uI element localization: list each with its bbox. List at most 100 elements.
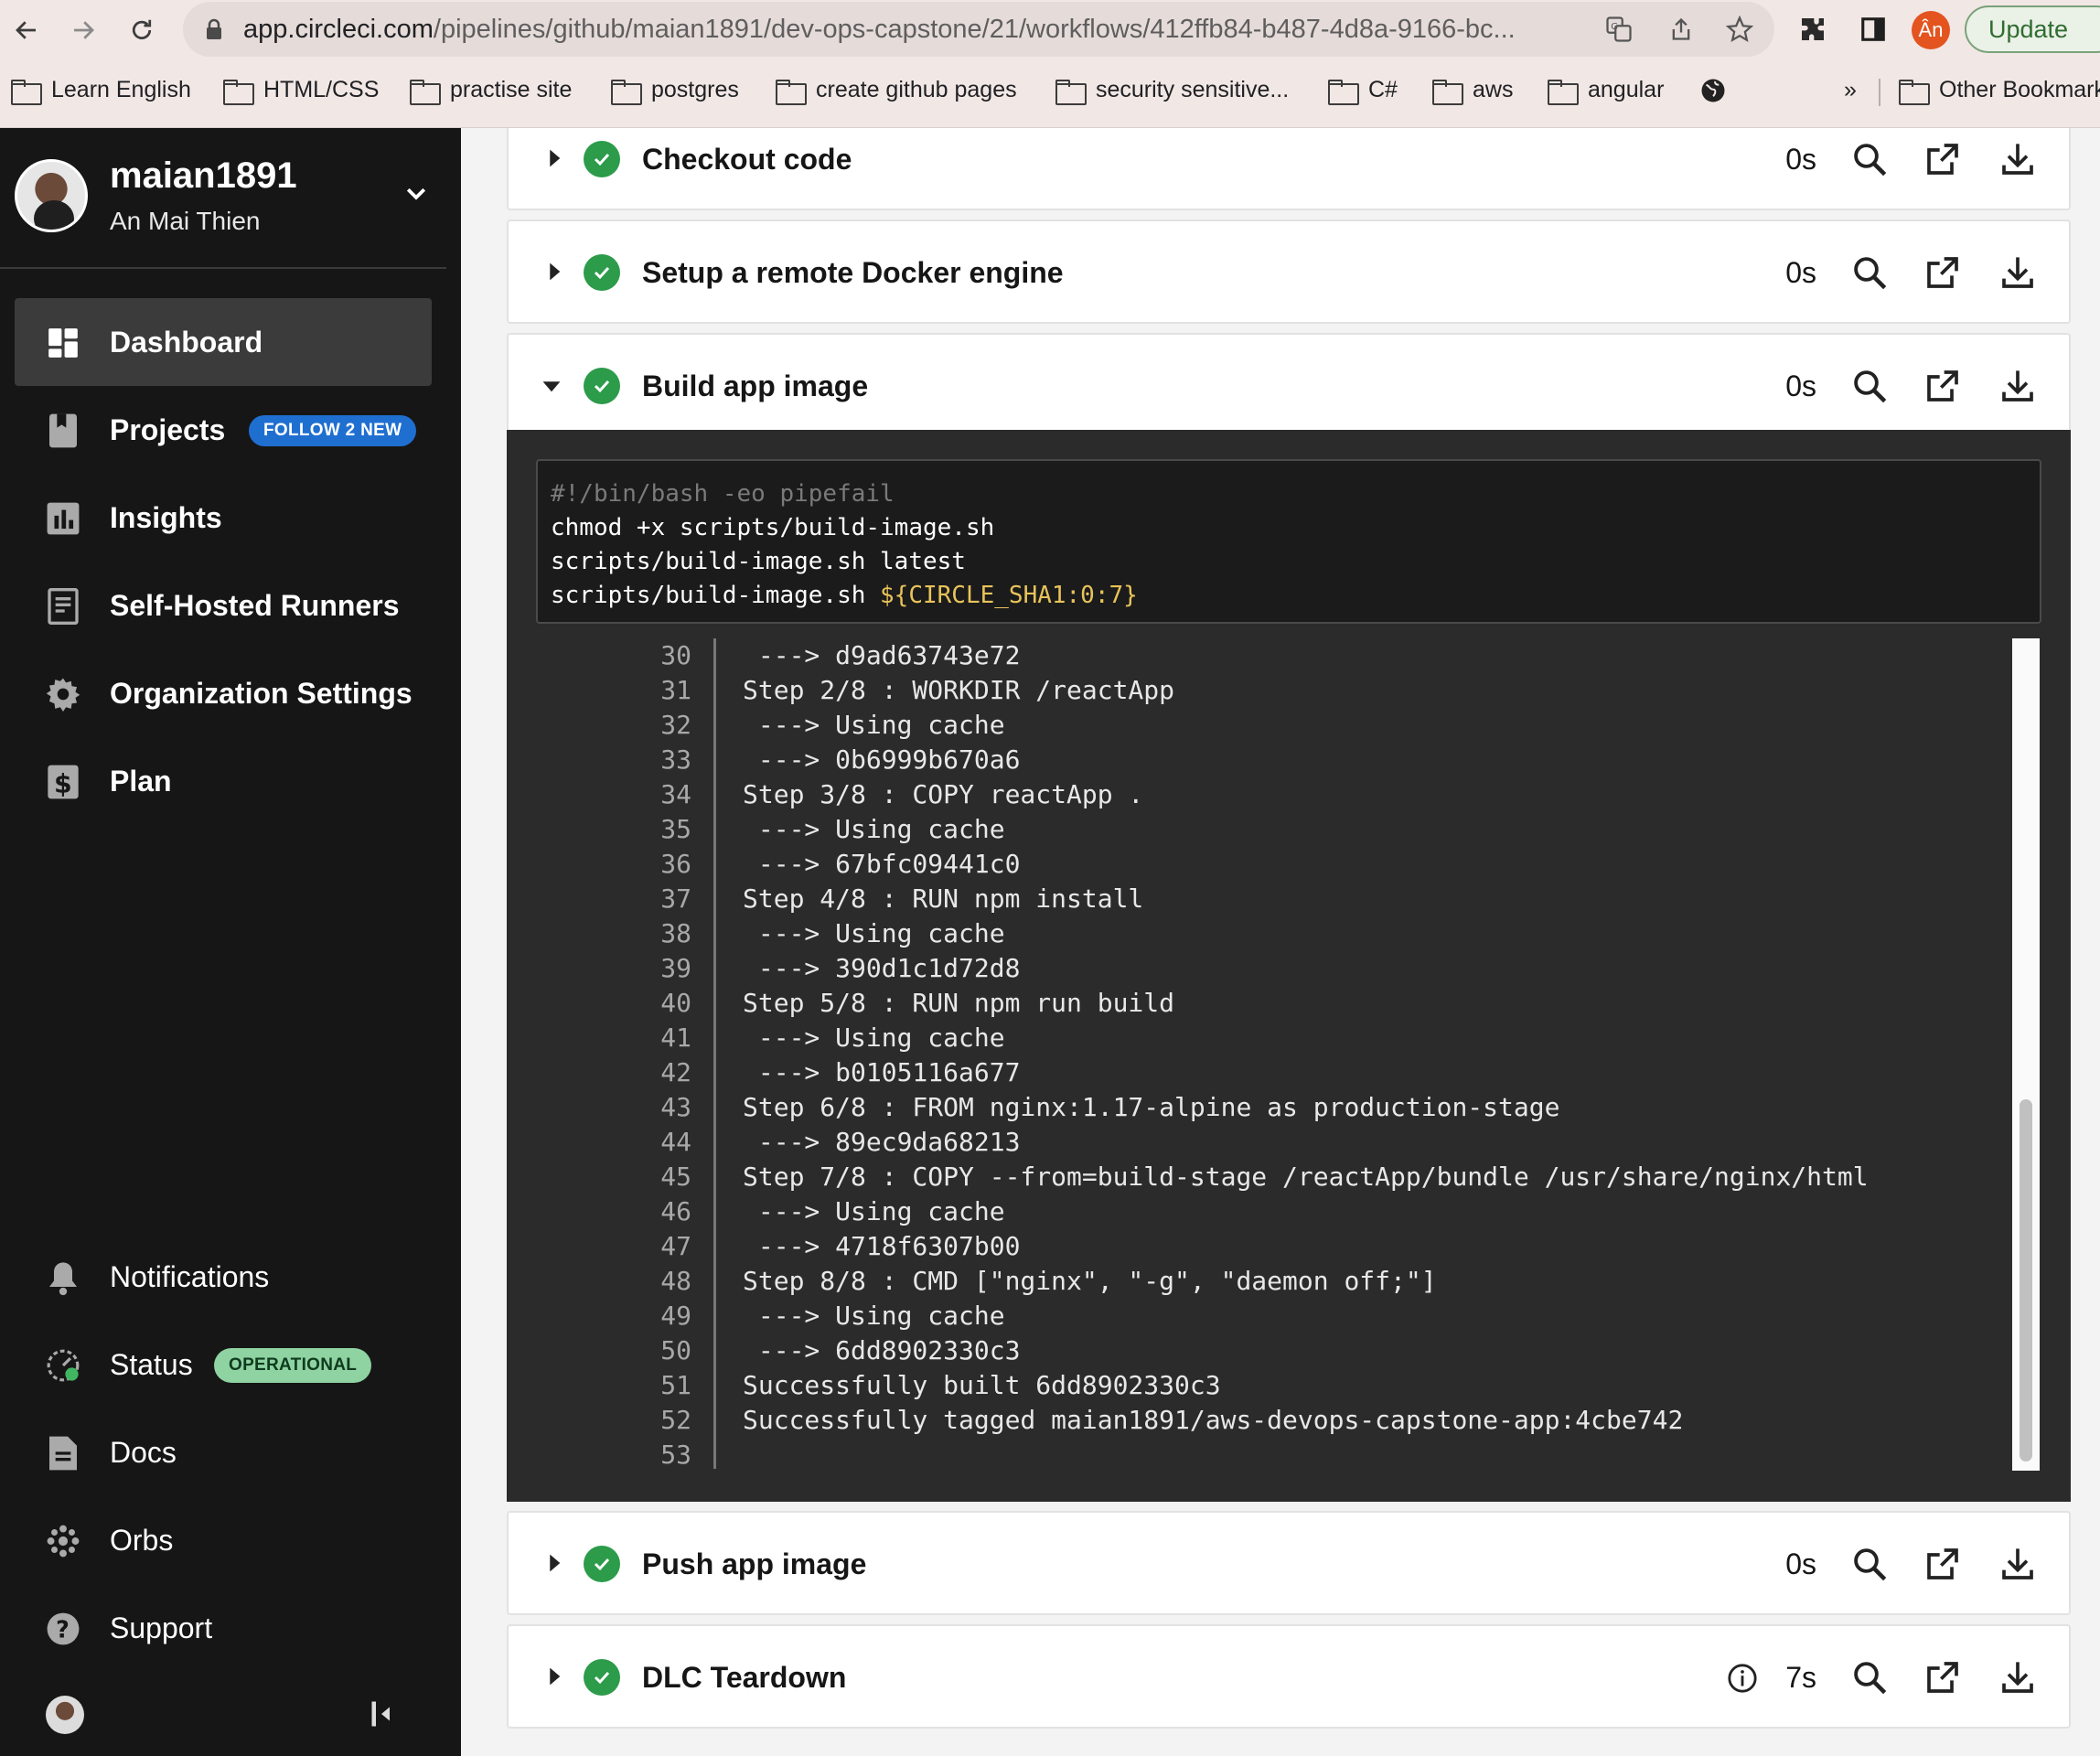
search-icon[interactable] [1849, 366, 1890, 406]
sidebar-item-dashboard[interactable]: Dashboard [15, 298, 432, 386]
step-checkout-code: Checkout code 0s [507, 128, 2071, 210]
collapse-sidebar-icon[interactable] [368, 1697, 395, 1735]
url-path: /pipelines/github/maian1891/dev-ops-caps… [433, 15, 1516, 44]
sidebar-item-orbs[interactable]: Orbs [15, 1496, 432, 1584]
caret-right-icon[interactable] [547, 262, 562, 286]
share-icon[interactable] [1666, 15, 1696, 44]
status-icon [46, 1348, 80, 1383]
lock-icon[interactable] [205, 18, 223, 45]
sidebar-item-self-hosted-runners[interactable]: Self-Hosted Runners [15, 562, 432, 649]
bookmark-security-sensitive[interactable]: security sensitive... [1055, 77, 1289, 105]
command-text: scripts/build-image.sh [551, 582, 881, 609]
log-line: ---> 67bfc09441c0 [743, 849, 1021, 879]
caret-right-icon[interactable] [547, 1666, 562, 1691]
sidepanel-icon[interactable] [1857, 13, 1890, 46]
log-scrollbar[interactable] [2012, 638, 2040, 1471]
browser-profile-avatar[interactable]: Ân [1912, 11, 1950, 49]
url-text[interactable]: app.circleci.com/pipelines/github/maian1… [243, 15, 1516, 45]
success-check-icon [584, 254, 620, 291]
search-icon[interactable] [1849, 1657, 1890, 1697]
bookmark-practise-site[interactable]: practise site [410, 77, 572, 105]
sidebar-item-notifications[interactable]: Notifications [15, 1233, 432, 1321]
step-build-app-image: Build app image 0s [507, 333, 2071, 435]
log-line: ---> 0b6999b670a6 [743, 744, 1021, 775]
bookmark-postgres[interactable]: postgres [611, 77, 739, 105]
chevron-down-icon[interactable] [402, 179, 430, 211]
step-header[interactable]: Push app image 0s [509, 1513, 2069, 1613]
step-header[interactable]: Build app image 0s [509, 335, 2069, 435]
step-header[interactable]: Checkout code 0s [509, 128, 2069, 209]
bookmark-aws[interactable]: aws [1432, 77, 1513, 105]
log-line-number: 48 [660, 1266, 691, 1296]
dollar-icon: $ [46, 765, 80, 799]
folder-icon [1899, 79, 1930, 105]
follow-projects-badge[interactable]: FOLLOW 2 NEW [249, 415, 417, 446]
step-header[interactable]: DLC Teardown 7s [509, 1626, 2069, 1727]
scrollbar-thumb[interactable] [2020, 1099, 2032, 1462]
success-check-icon [584, 368, 620, 404]
reload-icon[interactable] [123, 11, 161, 49]
globe-icon[interactable] [1699, 77, 1727, 104]
back-arrow-icon[interactable] [7, 11, 46, 49]
sidebar-item-plan[interactable]: $ Plan [15, 737, 432, 825]
sidebar-item-organization-settings[interactable]: Organization Settings [15, 649, 432, 737]
download-icon[interactable] [1998, 252, 2038, 293]
sidebar-item-insights[interactable]: Insights [15, 474, 432, 562]
bookmark-star-icon[interactable] [1725, 15, 1754, 44]
status-badge[interactable]: OPERATIONAL [214, 1348, 372, 1383]
step-duration: 0s [1785, 369, 1816, 402]
caret-right-icon[interactable] [547, 1553, 562, 1578]
log-output[interactable]: 30 31 32 33 34 35 36 37 38 39 40 41 42 43 44 45 46 47 48 49… [536, 638, 2041, 1471]
folder-icon [11, 79, 42, 105]
bookmark-create-github-pages[interactable]: create github pages [776, 77, 1017, 105]
forward-arrow-icon[interactable] [64, 11, 102, 49]
open-new-tab-icon[interactable] [1923, 139, 1963, 179]
bookmark-other[interactable]: Other Bookmarks [1899, 77, 2100, 105]
step-dlc-teardown: DLC Teardown 7s [507, 1624, 2071, 1729]
caret-right-icon[interactable] [547, 148, 562, 173]
bookmark-csharp[interactable]: C# [1328, 77, 1398, 105]
log-line: ---> Using cache [743, 710, 1005, 740]
open-new-tab-icon[interactable] [1923, 1544, 1963, 1584]
address-bar[interactable]: app.circleci.com/pipelines/github/maian1… [183, 2, 1774, 57]
translate-icon[interactable]: G [1604, 15, 1634, 44]
open-new-tab-icon[interactable] [1923, 252, 1963, 293]
step-header[interactable]: Setup a remote Docker engine 0s [509, 221, 2069, 322]
download-icon[interactable] [1998, 1544, 2038, 1584]
bookmark-learn-english[interactable]: Learn English [11, 77, 191, 105]
runners-icon [46, 588, 80, 625]
sidebar-item-support[interactable]: ? Support [15, 1584, 432, 1672]
download-icon[interactable] [1998, 139, 2038, 179]
sidebar-item-label: Insights [110, 500, 222, 534]
user-avatar[interactable] [46, 1696, 84, 1734]
caret-down-icon[interactable] [541, 379, 562, 398]
download-icon[interactable] [1998, 1657, 2038, 1697]
open-new-tab-icon[interactable] [1923, 366, 1963, 406]
search-icon[interactable] [1849, 139, 1890, 179]
log-line: ---> 4718f6307b00 [743, 1231, 1021, 1261]
sidebar-item-docs[interactable]: Docs [15, 1408, 432, 1496]
log-line-numbers: 30 31 32 33 34 35 36 37 38 39 40 41 42 43 44 45 46 47 48 49… [536, 638, 710, 1472]
bookmark-html-css[interactable]: HTML/CSS [223, 77, 379, 105]
download-icon[interactable] [1998, 366, 2038, 406]
bookmark-label: Other Bookmarks [1939, 77, 2100, 102]
command-line: chmod +x scripts/build-image.sh [551, 514, 995, 541]
bookmark-label: angular [1588, 77, 1665, 102]
more-bookmarks-chevron[interactable]: » [1844, 77, 1857, 103]
update-button[interactable]: Update [1965, 5, 2100, 53]
open-new-tab-icon[interactable] [1923, 1657, 1963, 1697]
search-icon[interactable] [1849, 1544, 1890, 1584]
info-icon[interactable] [1727, 1663, 1758, 1698]
bookmark-angular[interactable]: angular [1548, 77, 1665, 105]
sidebar-item-projects[interactable]: Projects FOLLOW 2 NEW [15, 386, 432, 474]
org-username: maian1891 [110, 155, 297, 196]
command-line: scripts/build-image.sh ${CIRCLE_SHA1:0:7… [551, 579, 2027, 613]
log-line: Step 8/8 : CMD ["nginx", "-g", "daemon o… [743, 1266, 1437, 1296]
log-line-number: 33 [660, 744, 691, 775]
extensions-icon[interactable] [1796, 13, 1829, 46]
search-icon[interactable] [1849, 252, 1890, 293]
log-line: Step 4/8 : RUN npm install [743, 883, 1144, 914]
org-switcher[interactable]: maian1891 An Mai Thien [0, 128, 461, 267]
sidebar-item-status[interactable]: Status OPERATIONAL [15, 1321, 432, 1408]
org-fullname: An Mai Thien [110, 207, 261, 235]
